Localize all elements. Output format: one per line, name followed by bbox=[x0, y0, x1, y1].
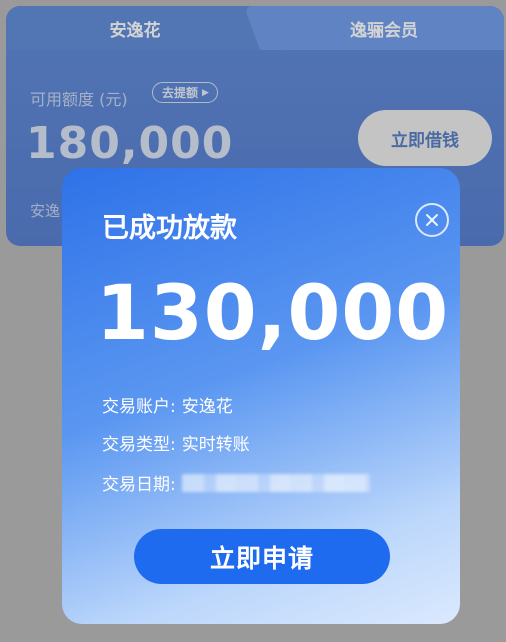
detail-value: 安逸花 bbox=[181, 397, 233, 417]
close-icon[interactable] bbox=[415, 203, 449, 237]
apply-now-button[interactable]: 立即申请 bbox=[134, 529, 390, 584]
detail-label: 交易账户: bbox=[102, 397, 176, 417]
detail-label: 交易类型: bbox=[102, 435, 176, 455]
detail-row-type: 交易类型: 实时转账 bbox=[102, 430, 250, 455]
detail-label: 交易日期: bbox=[102, 475, 176, 495]
redacted-date bbox=[181, 473, 370, 492]
detail-value: 实时转账 bbox=[181, 435, 250, 455]
loan-success-modal: 已成功放款 130,000 交易账户: 安逸花 交易类型: 实时转账 交易日期:… bbox=[62, 168, 460, 624]
loan-amount: 130,000 bbox=[96, 268, 450, 357]
modal-title: 已成功放款 bbox=[102, 213, 237, 244]
detail-row-account: 交易账户: 安逸花 bbox=[102, 392, 233, 417]
detail-row-date: 交易日期: bbox=[102, 470, 370, 495]
page: 安逸花 逸骊会员 可用额度 (元) 去提额 ▶ 180,000 立即借钱 安逸 … bbox=[0, 0, 506, 642]
